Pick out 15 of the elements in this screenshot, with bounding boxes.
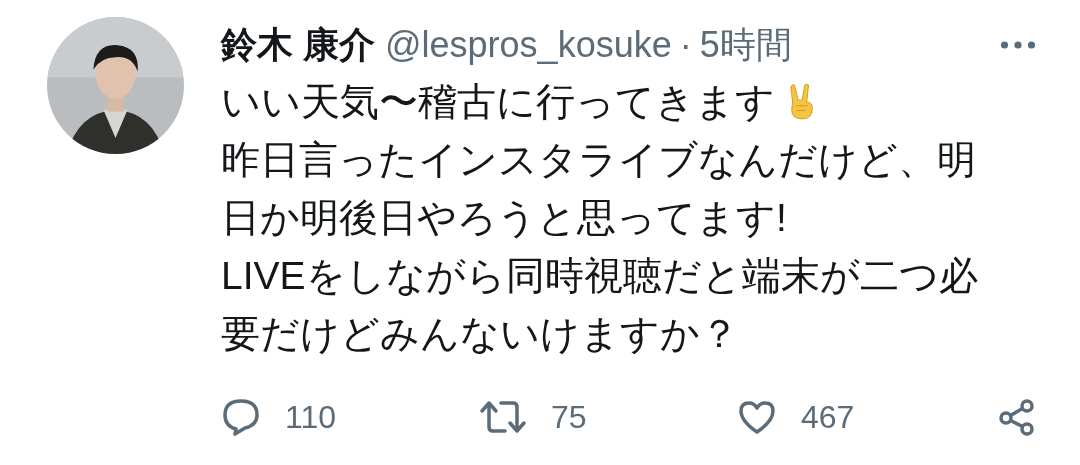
action-count: 75: [551, 398, 587, 436]
author-name[interactable]: 鈴木 康介: [221, 20, 375, 70]
share-icon[interactable]: [997, 397, 1037, 437]
action-count: 467: [801, 398, 855, 436]
tweet-text-line: いい天気〜稽古に行ってきます: [221, 79, 775, 125]
timestamp[interactable]: 5時間: [699, 20, 792, 70]
more-options-icon[interactable]: [1000, 40, 1036, 50]
separator: ·: [679, 24, 692, 66]
tweet-text-line: LIVEをしながら同時視聴だと端末が二つ必: [221, 253, 978, 299]
tweet-text-line: 要だけどみんないけますか？: [221, 311, 739, 357]
action-count: 110: [285, 398, 336, 436]
tweet-text-line: 昨日言ったインスタライブなんだけど、明: [221, 137, 976, 183]
tweet-text-line: 日か明後日やろうと思ってます!: [221, 195, 787, 241]
author-handle[interactable]: @lespros_kosuke: [385, 24, 672, 66]
reply-icon[interactable]: [221, 397, 261, 437]
